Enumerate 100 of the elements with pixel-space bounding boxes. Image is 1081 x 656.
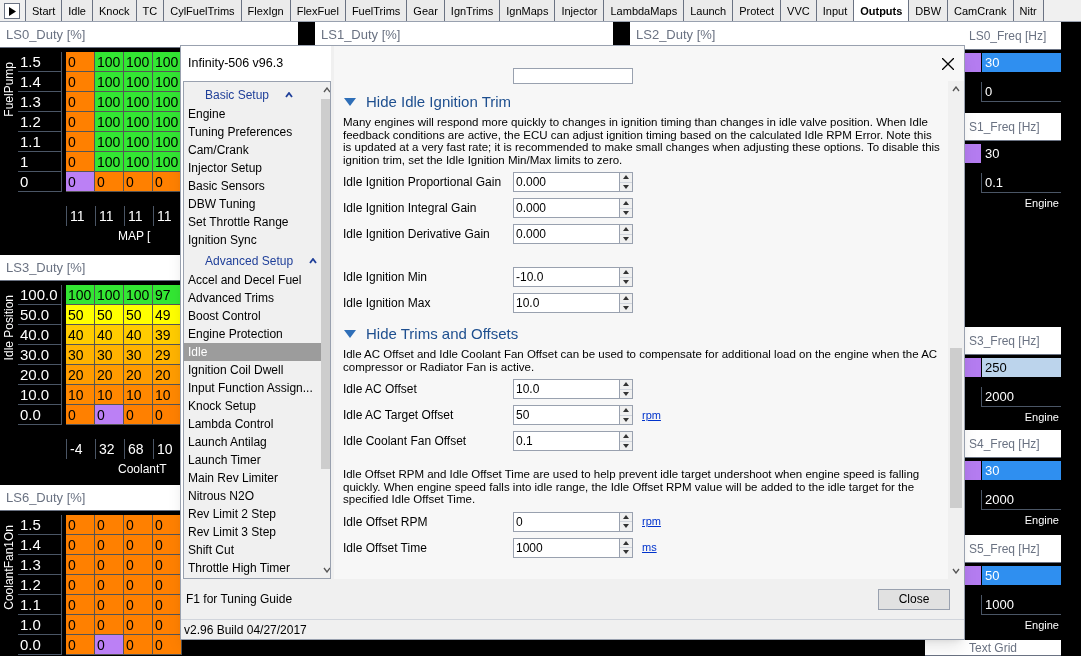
tab[interactable]: Protect — [732, 0, 782, 21]
tab[interactable]: Outputs — [853, 0, 910, 21]
nav-item[interactable]: Shift Cut — [184, 541, 322, 559]
section-heading[interactable]: Hide Trims and Offsets — [366, 322, 519, 346]
tab[interactable]: VVC — [780, 0, 817, 21]
spin-buttons[interactable] — [619, 173, 632, 191]
scrollbar-thumb[interactable] — [950, 348, 962, 509]
nav-item[interactable]: Ignition Sync — [184, 231, 322, 249]
spin-buttons[interactable] — [619, 512, 632, 531]
table-cell: 97 — [153, 285, 182, 305]
tab[interactable]: Start — [25, 0, 63, 21]
chevron-down-icon[interactable] — [322, 567, 330, 574]
tab[interactable]: LambdaMaps — [603, 0, 685, 21]
input-field[interactable]: 50 — [513, 405, 633, 425]
unit-link[interactable]: rpm — [642, 513, 661, 530]
tab[interactable]: CamCrank — [947, 0, 1014, 21]
row-label: 1.5 — [18, 515, 62, 535]
field-label: Idle Offset Time — [343, 539, 428, 557]
nav-item[interactable]: Cam/Crank — [184, 141, 322, 159]
tab[interactable]: FuelTrims — [344, 0, 408, 21]
chevron-up-icon[interactable] — [322, 87, 330, 93]
spin-buttons[interactable] — [619, 538, 632, 557]
table-cell: 0 — [95, 405, 124, 425]
table-cell: 0 — [124, 615, 153, 635]
input-field[interactable]: 0.000 — [513, 224, 633, 244]
spin-buttons[interactable] — [619, 380, 632, 398]
tab[interactable]: Knock — [92, 0, 137, 21]
tab[interactable]: CylFuelTrims — [163, 0, 242, 21]
tab[interactable]: Launch — [683, 0, 734, 21]
tab[interactable]: FlexIgn — [240, 0, 291, 21]
nav-item[interactable]: Engine — [184, 105, 322, 123]
input-field[interactable]: 0.1 — [513, 431, 633, 451]
input-field[interactable]: -10.0 — [513, 267, 633, 287]
input-field[interactable]: 10.0 — [513, 293, 633, 313]
table-cell: 100 — [153, 152, 182, 172]
nav-section-header[interactable]: Advanced Setup — [205, 252, 294, 270]
close-button[interactable] — [940, 56, 956, 72]
unit-link[interactable]: ms — [642, 539, 657, 556]
nav-item[interactable]: Nitrous N2O — [184, 487, 322, 505]
chevron-up-icon[interactable] — [309, 258, 318, 264]
input-field[interactable]: 0.000 — [513, 172, 633, 192]
spin-buttons[interactable] — [619, 268, 632, 286]
table-cell: 49 — [153, 305, 182, 325]
chevron-down-icon[interactable] — [952, 568, 960, 575]
tab[interactable]: IgnMaps — [499, 0, 556, 21]
nav-item[interactable]: Boost Control — [184, 307, 322, 325]
input-field[interactable] — [513, 68, 633, 84]
table-cell: 0 — [95, 595, 124, 615]
nav-item[interactable]: Basic Sensors — [184, 177, 322, 195]
tab[interactable]: DBW — [908, 0, 949, 21]
nav-section-header[interactable]: Basic Setup — [205, 86, 270, 104]
tab[interactable]: Idle — [61, 0, 93, 21]
table-cell: 100 — [153, 52, 182, 72]
nav-item[interactable]: Ignition Coil Dwell — [184, 361, 322, 379]
nav-item[interactable]: Lambda Control — [184, 415, 322, 433]
nav-item[interactable]: Rev Limit 2 Step — [184, 505, 322, 523]
nav-item[interactable]: Tuning Preferences — [184, 123, 322, 141]
table-cell: 20 — [124, 365, 153, 385]
scrollbar-thumb[interactable] — [321, 99, 330, 469]
axis-value: 2000 — [981, 490, 1061, 510]
down-arrow-icon — [623, 550, 629, 555]
nav-item[interactable]: Engine Protection — [184, 325, 322, 343]
nav-item[interactable]: Launch Antilag — [184, 433, 322, 451]
input-field[interactable]: 1000 — [513, 537, 633, 558]
close-button[interactable]: Close — [878, 588, 950, 610]
tab[interactable]: Nitr — [1012, 0, 1044, 21]
nav-item[interactable]: Rev Limit 3 Step — [184, 523, 322, 541]
spin-buttons[interactable] — [619, 225, 632, 243]
nav-item[interactable]: Injector Setup — [184, 159, 322, 177]
scroll-button[interactable] — [4, 3, 20, 19]
nav-item[interactable]: Launch Timer — [184, 451, 322, 469]
nav-item[interactable]: Knock Setup — [184, 397, 322, 415]
chevron-up-icon[interactable] — [285, 92, 294, 98]
tab[interactable]: Gear — [406, 0, 445, 21]
tab[interactable]: IgnTrims — [443, 0, 501, 21]
nav-item[interactable]: Set Throttle Range — [184, 213, 322, 231]
section-heading[interactable]: Hide Idle Ignition Trim — [366, 90, 512, 114]
nav-item[interactable]: Accel and Decel Fuel — [184, 271, 322, 289]
nav-item[interactable]: DBW Tuning — [184, 195, 322, 213]
nav-item[interactable]: Throttle High Timer — [184, 559, 322, 577]
nav-item[interactable]: Advanced Trims — [184, 289, 322, 307]
input-field[interactable]: 10.0 — [513, 379, 633, 399]
chevron-up-icon[interactable] — [952, 86, 960, 92]
tab[interactable]: FlexFuel — [289, 0, 346, 21]
panel-title: S5_Freq [Hz] — [968, 541, 1040, 556]
spin-buttons[interactable] — [619, 432, 632, 450]
caret-down-icon[interactable] — [344, 329, 356, 339]
input-field[interactable]: 0.000 — [513, 198, 633, 218]
nav-item[interactable]: Main Rev Limiter — [184, 469, 322, 487]
spin-buttons[interactable] — [619, 406, 632, 424]
axis-value: 11 — [124, 206, 153, 226]
spin-buttons[interactable] — [619, 199, 632, 217]
table-cell: 30 — [66, 345, 95, 365]
spin-buttons[interactable] — [619, 294, 632, 312]
table-cell: 0 — [66, 72, 95, 92]
unit-link[interactable]: rpm — [642, 406, 661, 424]
tab[interactable]: Injector — [554, 0, 605, 21]
nav-item[interactable]: Input Function Assign... — [184, 379, 322, 397]
caret-down-icon[interactable] — [344, 97, 356, 107]
input-field[interactable]: 0 — [513, 511, 633, 532]
